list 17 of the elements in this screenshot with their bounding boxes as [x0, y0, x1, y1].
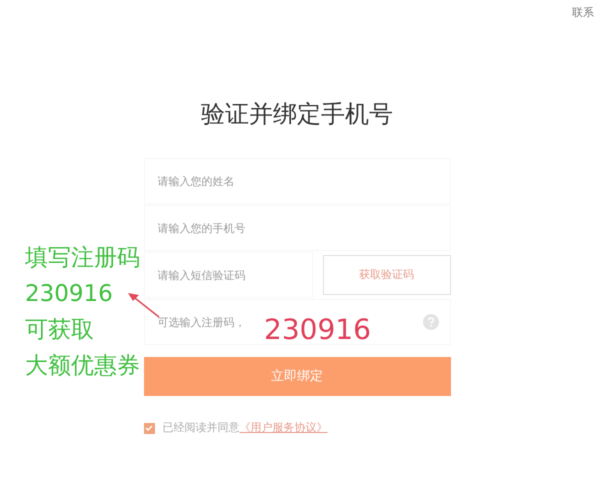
promo-text: 大额优惠券: [25, 352, 140, 381]
bind-button[interactable]: 立即绑定: [144, 357, 450, 396]
terms-link[interactable]: 《用户服务协议》: [240, 420, 328, 436]
input-field[interactable]: 请输入您的手机号: [144, 205, 450, 251]
input-field[interactable]: 请输入您的姓名: [144, 158, 450, 204]
page-title: 验证并绑定手机号: [201, 102, 393, 126]
contact-link[interactable]: 联系: [572, 5, 594, 30]
promo-text: 可获取: [25, 316, 95, 345]
help-icon[interactable]: [422, 314, 438, 330]
get-code-button[interactable]: 获取验证码: [322, 255, 450, 295]
promo-text: 填写注册码: [25, 244, 140, 273]
agreement-text: 已经阅读并同意: [162, 420, 240, 436]
overlay-code: 230916: [264, 316, 371, 344]
input-field[interactable]: 请输入短信验证码: [144, 252, 312, 298]
arrow-icon: [126, 290, 160, 318]
promo-text: 230916: [25, 280, 114, 309]
agreement-checkbox[interactable]: [144, 422, 154, 434]
